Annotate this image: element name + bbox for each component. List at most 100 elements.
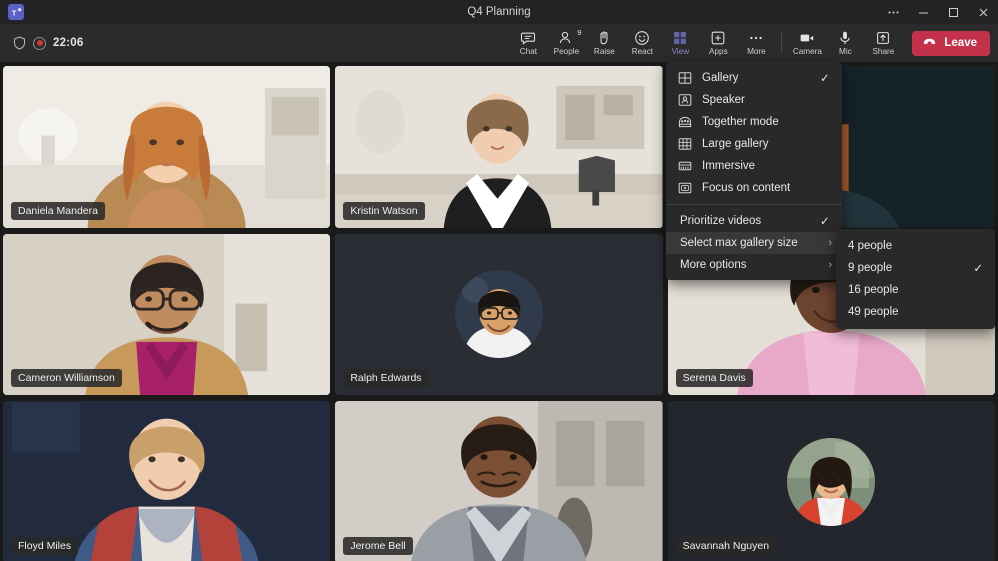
window-controls — [878, 0, 998, 24]
large-gallery-icon — [678, 137, 692, 151]
menu-item-focus-on-content-label: Focus on content — [702, 182, 820, 194]
participant-tile[interactable]: Floyd Miles — [3, 401, 330, 561]
participant-tile[interactable]: Daniela Mandera — [3, 66, 330, 228]
toolbar-people-label: People — [554, 47, 580, 56]
toolbar-camera-button[interactable]: Camera — [788, 24, 826, 62]
elapsed-time: 22:06 — [53, 37, 83, 49]
menu-item-gallery-check: ✓ — [820, 71, 832, 85]
immersive-icon — [678, 159, 692, 173]
more-ellipsis-icon — [748, 30, 764, 46]
toolbar-chat-button[interactable]: Chat — [509, 24, 547, 62]
share-screen-icon — [875, 30, 891, 46]
submenu-item-49-people[interactable]: 49 people — [836, 301, 995, 323]
menu-item-prioritize-videos[interactable]: Prioritize videos ✓ — [666, 210, 842, 232]
avatar — [455, 270, 543, 358]
menu-item-select-max-gallery-size[interactable]: Select max gallery size › — [666, 232, 842, 254]
submenu-item-9-people-label: 9 people — [848, 262, 973, 274]
participant-name-label: Cameron Williamson — [11, 369, 122, 387]
view-grid-icon — [672, 30, 688, 46]
apps-plus-icon — [710, 30, 726, 46]
menu-item-immersive[interactable]: Immersive — [666, 155, 842, 177]
toolbar-apps-button[interactable]: Apps — [699, 24, 737, 62]
menu-item-speaker[interactable]: Speaker — [666, 89, 842, 111]
participant-tile[interactable]: Cameron Williamson — [3, 234, 330, 396]
participant-name-label: Ralph Edwards — [343, 369, 428, 387]
avatar — [787, 438, 875, 526]
leave-button[interactable]: Leave — [912, 31, 990, 56]
record-icon — [33, 37, 46, 50]
menu-item-together-mode[interactable]: Together mode — [666, 111, 842, 133]
submenu-item-16-people[interactable]: 16 people — [836, 279, 995, 301]
participant-tile[interactable]: Ralph Edwards — [335, 234, 662, 396]
participant-name-label: Floyd Miles — [11, 537, 78, 555]
menu-item-prioritize-videos-check: ✓ — [820, 214, 832, 228]
toolbar-more-label: More — [747, 47, 766, 56]
menu-item-gallery[interactable]: Gallery ✓ — [666, 67, 842, 89]
menu-item-large-gallery[interactable]: Large gallery — [666, 133, 842, 155]
toolbar-share-button[interactable]: Share — [864, 24, 902, 62]
gallery-size-submenu: 4 people 9 people ✓ 16 people 49 people — [836, 229, 995, 329]
menu-item-more-options[interactable]: More options › — [666, 254, 842, 276]
menu-item-speaker-label: Speaker — [702, 94, 820, 106]
menu-separator — [666, 204, 842, 205]
toolbar-mic-label: Mic — [839, 47, 852, 56]
submenu-item-4-people[interactable]: 4 people — [836, 235, 995, 257]
toolbar-share-label: Share — [872, 47, 894, 56]
raise-hand-icon — [596, 30, 612, 46]
people-count-badge: 9 — [577, 28, 581, 37]
toolbar-view-label: View — [672, 47, 690, 56]
toolbar-react-button[interactable]: React — [623, 24, 661, 62]
toolbar-raise-button[interactable]: Raise — [585, 24, 623, 62]
meeting-toolbar: 22:06 Chat 9 People Raise — [0, 24, 998, 62]
window-close-button[interactable] — [968, 0, 998, 24]
menu-item-together-mode-label: Together mode — [702, 116, 820, 128]
toolbar-actions: Chat 9 People Raise React — [509, 24, 990, 62]
submenu-item-16-people-label: 16 people — [848, 284, 983, 296]
chevron-right-icon: › — [828, 259, 832, 271]
participant-name-label: Serena Davis — [676, 369, 753, 387]
toolbar-raise-label: Raise — [594, 47, 615, 56]
menu-item-more-options-label: More options — [680, 259, 828, 271]
window-minimize-button[interactable] — [908, 0, 938, 24]
menu-item-large-gallery-label: Large gallery — [702, 138, 820, 150]
submenu-item-49-people-label: 49 people — [848, 306, 983, 318]
participant-name-label: Jerome Bell — [343, 537, 412, 555]
participant-name-label: Daniela Mandera — [11, 202, 105, 220]
toolbar-people-button[interactable]: 9 People — [547, 24, 585, 62]
focus-content-icon — [678, 181, 692, 195]
title-bar: T Q4 Planning — [0, 0, 998, 24]
toolbar-divider — [781, 33, 782, 53]
participant-tile[interactable]: Savannah Nguyen — [668, 401, 995, 561]
menu-item-select-max-gallery-size-label: Select max gallery size — [680, 237, 828, 249]
shield-icon — [13, 36, 26, 50]
menu-item-focus-on-content[interactable]: Focus on content — [666, 177, 842, 199]
mic-icon — [837, 30, 853, 46]
participant-tile[interactable]: Kristin Watson — [335, 66, 662, 228]
menu-item-prioritize-videos-label: Prioritize videos — [680, 215, 820, 227]
participant-tile[interactable]: Jerome Bell — [335, 401, 662, 561]
chevron-right-icon: › — [828, 237, 832, 249]
participant-name-label: Kristin Watson — [343, 202, 424, 220]
speaker-portrait-icon — [678, 93, 692, 107]
hangup-icon — [922, 34, 937, 52]
submenu-item-9-people-check: ✓ — [973, 261, 983, 275]
window-more-button[interactable] — [878, 0, 908, 24]
toolbar-mic-button[interactable]: Mic — [826, 24, 864, 62]
view-dropdown-menu: Gallery ✓ Speaker Together mode Large ga… — [666, 62, 842, 280]
menu-item-immersive-label: Immersive — [702, 160, 820, 172]
menu-item-gallery-label: Gallery — [702, 72, 820, 84]
teams-meeting-window: T Q4 Planning 22:06 — [0, 0, 998, 561]
participant-name-label: Savannah Nguyen — [676, 537, 776, 555]
toolbar-camera-label: Camera — [793, 47, 822, 56]
svg-text:T: T — [11, 8, 16, 17]
submenu-item-9-people[interactable]: 9 people ✓ — [836, 257, 995, 279]
window-maximize-button[interactable] — [938, 0, 968, 24]
toolbar-view-button[interactable]: View — [661, 24, 699, 62]
react-smiley-icon — [634, 30, 650, 46]
chat-icon — [520, 30, 536, 46]
together-mode-icon — [678, 115, 692, 129]
toolbar-more-button[interactable]: More — [737, 24, 775, 62]
teams-logo-icon: T — [8, 4, 24, 20]
toolbar-chat-label: Chat — [520, 47, 537, 56]
window-title: Q4 Planning — [0, 6, 998, 18]
